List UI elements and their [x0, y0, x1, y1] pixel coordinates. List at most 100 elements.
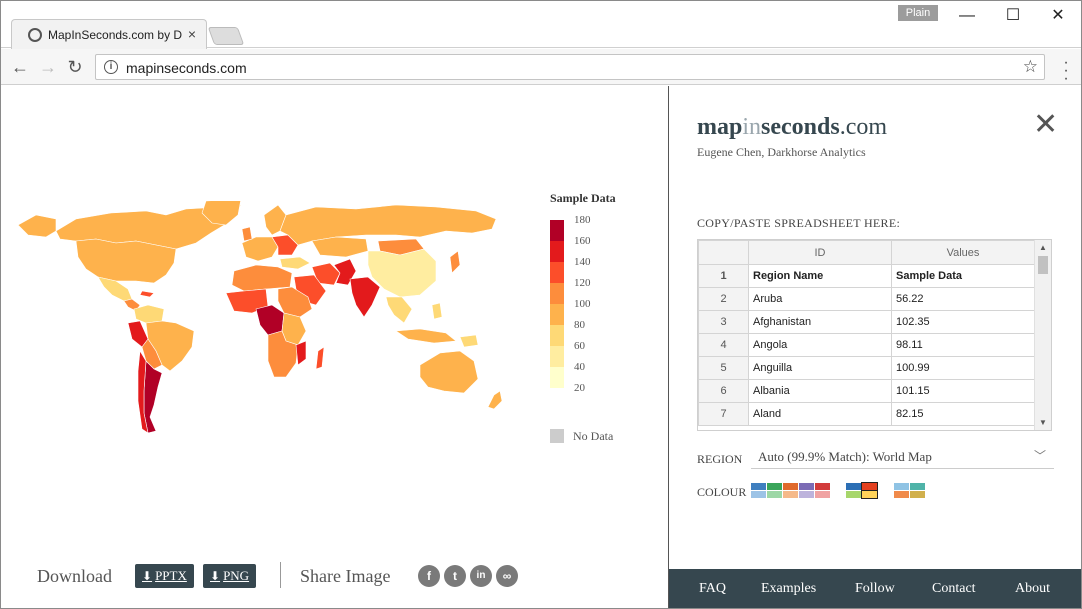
row-number-cell[interactable]: 1: [698, 264, 749, 288]
map-region-australia[interactable]: [419, 350, 479, 394]
browser-menu-icon[interactable]: · · ·: [1059, 55, 1073, 87]
spreadsheet-grid[interactable]: ID Values 1 Region Name Sample Data 2 Aruba 5…: [697, 239, 1052, 431]
table-cell[interactable]: Albania: [748, 379, 892, 403]
footer-link-contact[interactable]: Contact: [932, 581, 976, 597]
map-region-madagascar[interactable]: [315, 346, 325, 370]
map-region-russia[interactable]: [279, 204, 497, 246]
forward-button[interactable]: →: [36, 55, 60, 79]
column-header-values[interactable]: Values: [891, 240, 1035, 265]
browser-tab[interactable]: MapInSeconds.com by D ×: [11, 19, 207, 49]
download-png-button[interactable]: ⬇ PNG: [203, 564, 257, 588]
link-icon[interactable]: ∞: [496, 565, 518, 587]
site-favicon-icon: [28, 28, 42, 42]
map-region-mozambique[interactable]: [295, 340, 307, 366]
close-window-button[interactable]: ✕: [1035, 3, 1081, 29]
scroll-down-icon[interactable]: ▼: [1039, 418, 1047, 427]
minimize-button[interactable]: —: [944, 3, 990, 29]
download-share-bar: Download ⬇ PPTX ⬇ PNG Share Image f t in ∞: [37, 562, 637, 592]
palette-multi[interactable]: [751, 483, 831, 499]
table-row[interactable]: 4 Angola 98.11: [698, 333, 1035, 357]
table-row[interactable]: 1 Region Name Sample Data: [698, 264, 1035, 288]
footer-link-examples[interactable]: Examples: [761, 581, 816, 597]
table-cell[interactable]: Afghanistan: [748, 310, 892, 334]
twitter-icon[interactable]: t: [444, 565, 466, 587]
table-cell[interactable]: Angola: [748, 333, 892, 357]
table-cell[interactable]: Anguilla: [748, 356, 892, 380]
map-region-new-zealand[interactable]: [487, 390, 503, 410]
region-select[interactable]: Auto (99.9% Match): World Map ﹀: [751, 444, 1054, 469]
palette-alternate[interactable]: [894, 483, 928, 499]
legend-no-data-swatch: [550, 429, 564, 443]
row-number-cell[interactable]: 6: [698, 379, 749, 403]
map-region-central-africa[interactable]: [255, 304, 285, 336]
map-region-alaska[interactable]: [17, 214, 57, 238]
close-panel-icon[interactable]: ✕: [1033, 110, 1058, 140]
facebook-icon[interactable]: f: [418, 565, 440, 587]
site-info-icon[interactable]: i: [104, 60, 118, 74]
maximize-button[interactable]: ☐: [990, 3, 1036, 29]
table-row[interactable]: 6 Albania 101.15: [698, 379, 1035, 403]
back-button[interactable]: ←: [8, 55, 32, 79]
table-row[interactable]: 3 Afghanistan 102.35: [698, 310, 1035, 334]
profile-badge[interactable]: Plain: [898, 5, 938, 21]
map-region-india[interactable]: [349, 276, 381, 318]
palette-sequential[interactable]: [846, 482, 880, 499]
map-region-uk[interactable]: [241, 226, 253, 242]
table-cell[interactable]: 101.15: [891, 379, 1035, 403]
map-region-western-europe[interactable]: [241, 236, 279, 262]
address-bar[interactable]: i mapinseconds.com ☆: [95, 54, 1045, 80]
map-region-north-africa[interactable]: [231, 264, 293, 292]
table-cell[interactable]: Aruba: [748, 287, 892, 311]
linkedin-icon[interactable]: in: [470, 565, 492, 587]
table-cell[interactable]: Aland: [748, 402, 892, 426]
map-region-colombia-venezuela[interactable]: [133, 304, 165, 324]
bookmark-star-icon[interactable]: ☆: [1023, 57, 1038, 77]
row-number-cell[interactable]: 3: [698, 310, 749, 334]
scroll-up-icon[interactable]: ▲: [1039, 243, 1047, 252]
region-select-value: Auto (99.9% Match): World Map: [758, 449, 932, 464]
table-row[interactable]: 5 Anguilla 100.99: [698, 356, 1035, 380]
footer-nav: FAQ Examples Follow Contact About: [669, 569, 1081, 608]
row-number-cell[interactable]: 4: [698, 333, 749, 357]
reload-button[interactable]: ↻: [63, 55, 87, 79]
map-region-turkey[interactable]: [279, 256, 311, 270]
map-region-kazakhstan[interactable]: [311, 236, 369, 258]
column-header-id[interactable]: ID: [748, 240, 892, 265]
world-map[interactable]: [16, 201, 526, 441]
table-cell[interactable]: 102.35: [891, 310, 1035, 334]
map-region-southeast-asia[interactable]: [385, 296, 413, 324]
legend-tick-label: 140: [574, 256, 591, 268]
brand-part-com: .com: [839, 114, 888, 140]
map-region-japan[interactable]: [449, 250, 461, 274]
table-cell[interactable]: Sample Data: [891, 264, 1035, 288]
map-region-philippines[interactable]: [431, 302, 443, 320]
table-cell[interactable]: 100.99: [891, 356, 1035, 380]
legend-swatch: [550, 325, 564, 346]
table-row[interactable]: 2 Aruba 56.22: [698, 287, 1035, 311]
table-cell[interactable]: Region Name: [748, 264, 892, 288]
row-number-cell[interactable]: 5: [698, 356, 749, 380]
row-number-cell[interactable]: 2: [698, 287, 749, 311]
footer-link-about[interactable]: About: [1015, 581, 1050, 597]
new-tab-button[interactable]: [207, 27, 245, 45]
url-text[interactable]: mapinseconds.com: [126, 60, 247, 76]
table-cell[interactable]: 56.22: [891, 287, 1035, 311]
legend-tick-label: 180: [574, 214, 591, 226]
download-pptx-button[interactable]: ⬇ PPTX: [135, 564, 194, 588]
browser-window: MapInSeconds.com by D × Plain — ☐ ✕ ← → …: [0, 0, 1082, 609]
table-cell[interactable]: 82.15: [891, 402, 1035, 426]
table-row[interactable]: 7 Aland 82.15: [698, 402, 1035, 426]
footer-link-faq[interactable]: FAQ: [699, 581, 726, 597]
map-region-caribbean[interactable]: [139, 290, 155, 298]
map-region-png[interactable]: [459, 334, 479, 348]
spreadsheet-scrollbar[interactable]: ▲ ▼: [1034, 240, 1051, 430]
tab-close-icon[interactable]: ×: [188, 26, 196, 42]
corner-cell[interactable]: [698, 240, 749, 265]
scroll-thumb[interactable]: [1038, 256, 1048, 274]
footer-link-follow[interactable]: Follow: [855, 581, 895, 597]
map-region-indonesia[interactable]: [395, 328, 457, 344]
map-region-argentina[interactable]: [143, 360, 163, 434]
table-cell[interactable]: 98.11: [891, 333, 1035, 357]
row-number-cell[interactable]: 7: [698, 402, 749, 426]
brand-logo: mapinseconds.com: [697, 114, 887, 141]
